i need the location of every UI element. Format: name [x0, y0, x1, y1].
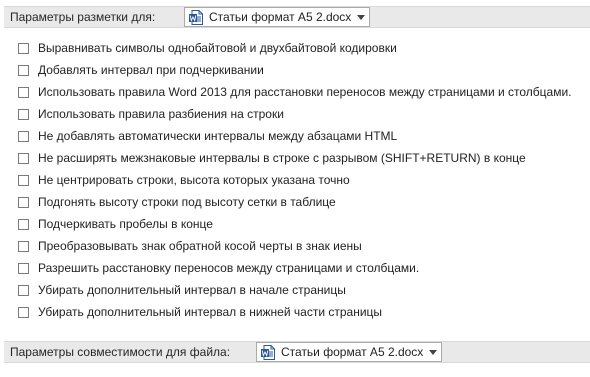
option-label: Подчеркивать пробелы в конце — [38, 217, 213, 231]
layout-options-label: Параметры разметки для: — [10, 10, 156, 24]
checkbox[interactable] — [18, 240, 29, 252]
checkbox[interactable] — [18, 262, 29, 274]
option-item[interactable]: Подчеркивать пробелы в конце — [18, 213, 588, 235]
checkbox[interactable] — [18, 306, 29, 318]
option-label: Убирать дополнительный интервал в нижней… — [38, 305, 383, 319]
option-item[interactable]: Подгонять высоту строки под высоту сетки… — [18, 191, 588, 213]
option-item[interactable]: Убирать дополнительный интервал в нижней… — [18, 301, 588, 323]
option-label: Не добавлять автоматически интервалы меж… — [38, 129, 398, 143]
option-label: Использовать правила Word 2013 для расст… — [38, 85, 572, 99]
option-item[interactable]: Выравнивать символы однобайтовой и двухб… — [18, 37, 588, 59]
checkbox[interactable] — [18, 218, 29, 230]
checkbox[interactable] — [18, 130, 29, 142]
compatibility-options-panel: Параметры разметки для: Статьи формат А5… — [0, 0, 590, 377]
chevron-down-icon — [357, 14, 365, 20]
layout-options-header: Параметры разметки для: Статьи формат А5… — [4, 6, 590, 28]
option-label: Не центрировать строки, высота которых у… — [38, 173, 350, 187]
layout-options-list: Выравнивать символы однобайтовой и двухб… — [18, 37, 588, 323]
compatibility-document-dropdown[interactable]: Статьи формат А5 2.docx — [256, 342, 442, 362]
option-label: Добавлять интервал при подчеркивании — [38, 63, 264, 77]
option-item[interactable]: Добавлять интервал при подчеркивании — [18, 59, 588, 81]
word-document-icon — [189, 9, 203, 25]
layout-document-dropdown[interactable]: Статьи формат А5 2.docx — [184, 7, 370, 27]
option-label: Подгонять высоту строки под высоту сетки… — [38, 195, 336, 209]
option-item[interactable]: Преобразовывать знак обратной косой черт… — [18, 235, 588, 257]
option-item[interactable]: Убирать дополнительный интервал в начале… — [18, 279, 588, 301]
option-item[interactable]: Не расширять межзнаковые интервалы в стр… — [18, 147, 588, 169]
checkbox[interactable] — [18, 42, 29, 54]
checkbox[interactable] — [18, 174, 29, 186]
checkbox[interactable] — [18, 152, 29, 164]
option-label: Преобразовывать знак обратной косой черт… — [38, 239, 362, 253]
checkbox[interactable] — [18, 86, 29, 98]
option-item[interactable]: Не добавлять автоматически интервалы меж… — [18, 125, 588, 147]
option-label: Не расширять межзнаковые интервалы в стр… — [38, 151, 526, 165]
layout-document-name: Статьи формат А5 2.docx — [209, 10, 352, 24]
chevron-down-icon — [429, 349, 437, 355]
checkbox[interactable] — [18, 108, 29, 120]
checkbox[interactable] — [18, 284, 29, 296]
checkbox[interactable] — [18, 64, 29, 76]
option-label: Использовать правила разбиения на строки — [38, 107, 284, 121]
option-label: Выравнивать символы однобайтовой и двухб… — [38, 41, 397, 55]
word-document-icon — [261, 344, 275, 360]
option-item[interactable]: Не центрировать строки, высота которых у… — [18, 169, 588, 191]
checkbox[interactable] — [18, 196, 29, 208]
option-label: Разрешить расстановку переносов между ст… — [38, 261, 420, 275]
option-label: Убирать дополнительный интервал в начале… — [38, 283, 346, 297]
option-item[interactable]: Разрешить расстановку переносов между ст… — [18, 257, 588, 279]
compatibility-document-name: Статьи формат А5 2.docx — [281, 345, 424, 359]
compatibility-options-label: Параметры совместимости для файла: — [10, 345, 231, 359]
option-item[interactable]: Использовать правила разбиения на строки — [18, 103, 588, 125]
option-item[interactable]: Использовать правила Word 2013 для расст… — [18, 81, 588, 103]
compatibility-options-header: Параметры совместимости для файла: Стать… — [4, 341, 590, 363]
